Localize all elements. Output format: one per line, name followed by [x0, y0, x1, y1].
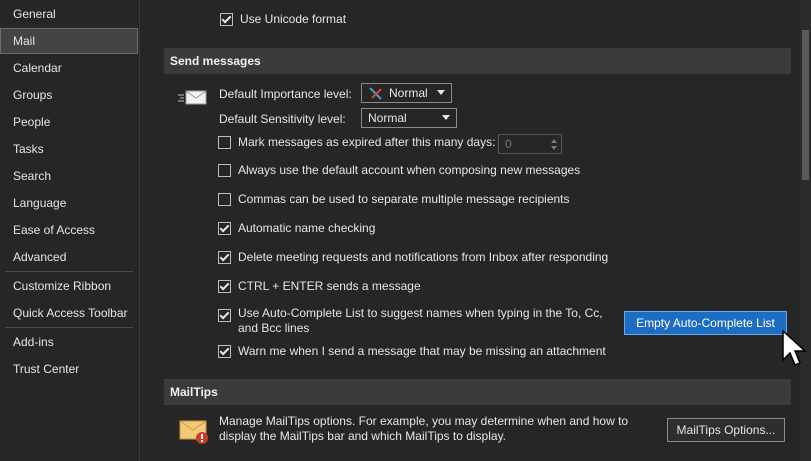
sidebar-item-quick-access-toolbar[interactable]: Quick Access Toolbar [0, 300, 138, 326]
sidebar-item-people[interactable]: People [0, 109, 138, 135]
sidebar-item-ease-of-access[interactable]: Ease of Access [0, 217, 138, 243]
sidebar-item-advanced[interactable]: Advanced [0, 244, 138, 270]
sidebar-item-groups[interactable]: Groups [0, 82, 138, 108]
auto-complete-label-line2: and Bcc lines [238, 321, 310, 335]
ctrl-enter-sends-label: CTRL + ENTER sends a message [238, 279, 421, 293]
sidebar-item-customize-ribbon[interactable]: Customize Ribbon [0, 273, 138, 299]
mailtips-description-line1: Manage MailTips options. For example, yo… [219, 414, 629, 428]
automatic-name-checking-label: Automatic name checking [238, 221, 376, 235]
delete-meeting-requests-option[interactable]: Delete meeting requests and notification… [218, 248, 608, 268]
chevron-down-icon[interactable] [551, 146, 557, 150]
vertical-scrollbar[interactable] [800, 0, 811, 461]
mailtips-description-line2: display the MailTips bar and which MailT… [219, 429, 507, 443]
sidebar-item-language[interactable]: Language [0, 190, 138, 216]
sidebar-item-mail[interactable]: Mail [0, 28, 138, 54]
default-account-checkbox[interactable] [218, 164, 231, 177]
commas-separate-option[interactable]: Commas can be used to separate multiple … [218, 190, 570, 210]
mailtips-header: MailTips [164, 379, 791, 405]
warn-missing-attachment-option[interactable]: Warn me when I send a message that may b… [218, 342, 606, 362]
commas-separate-checkbox[interactable] [218, 193, 231, 206]
sidebar-item-general[interactable]: General [0, 1, 138, 27]
default-account-option[interactable]: Always use the default account when comp… [218, 161, 580, 181]
ctrl-enter-sends-checkbox[interactable] [218, 280, 231, 293]
sensitivity-level-label: Default Sensitivity level: [219, 112, 346, 126]
importance-level-label: Default Importance level: [219, 87, 352, 101]
warn-missing-attachment-checkbox[interactable] [218, 345, 231, 358]
auto-complete-label: Use Auto-Complete List to suggest names … [238, 306, 603, 336]
mail-options-panel: Use Unicode format Send messages Default… [140, 0, 800, 461]
mailtips-envelope-icon [179, 420, 208, 444]
automatic-name-checking-checkbox[interactable] [218, 222, 231, 235]
sensitivity-level-dropdown[interactable]: Normal [361, 108, 457, 128]
chevron-down-icon [442, 115, 450, 120]
auto-complete-checkbox[interactable] [218, 309, 231, 322]
use-unicode-label: Use Unicode format [240, 12, 347, 26]
mailtips-description: Manage MailTips options. For example, yo… [219, 414, 628, 444]
importance-icon [369, 87, 382, 100]
automatic-name-checking-option[interactable]: Automatic name checking [218, 219, 375, 239]
expire-days-stepper[interactable]: 0 [498, 134, 562, 154]
sidebar-item-calendar[interactable]: Calendar [0, 55, 138, 81]
send-envelope-icon [178, 90, 207, 105]
empty-auto-complete-list-button[interactable]: Empty Auto-Complete List [624, 311, 787, 335]
expire-days-value: 0 [505, 137, 512, 151]
sensitivity-level-value: Normal [368, 111, 407, 125]
options-category-sidebar: General Mail Calendar Groups People Task… [0, 0, 140, 461]
sidebar-item-add-ins[interactable]: Add-ins [0, 329, 138, 355]
sidebar-item-tasks[interactable]: Tasks [0, 136, 138, 162]
sidebar-divider [5, 271, 133, 272]
commas-separate-label: Commas can be used to separate multiple … [238, 192, 570, 206]
warn-missing-attachment-label: Warn me when I send a message that may b… [238, 344, 606, 358]
chevron-down-icon [437, 90, 445, 95]
mark-expired-label: Mark messages as expired after this many… [238, 135, 496, 149]
importance-level-value: Normal [389, 86, 428, 100]
sidebar-item-trust-center[interactable]: Trust Center [0, 356, 138, 382]
use-unicode-checkbox[interactable] [220, 13, 233, 26]
auto-complete-option[interactable]: Use Auto-Complete List to suggest names … [218, 306, 603, 338]
delete-meeting-requests-label: Delete meeting requests and notification… [238, 250, 609, 264]
sidebar-item-search[interactable]: Search [0, 163, 138, 189]
sidebar-divider [5, 327, 133, 328]
mark-expired-option[interactable]: Mark messages as expired after this many… [218, 133, 495, 153]
auto-complete-label-line1: Use Auto-Complete List to suggest names … [238, 306, 603, 320]
use-unicode-option[interactable]: Use Unicode format [220, 10, 346, 30]
send-messages-header: Send messages [164, 48, 791, 74]
delete-meeting-requests-checkbox[interactable] [218, 251, 231, 264]
mouse-pointer-icon [782, 330, 807, 366]
ctrl-enter-sends-option[interactable]: CTRL + ENTER sends a message [218, 277, 421, 297]
default-account-label: Always use the default account when comp… [238, 163, 581, 177]
chevron-up-icon[interactable] [551, 139, 557, 143]
mark-expired-checkbox[interactable] [218, 136, 231, 149]
importance-level-dropdown[interactable]: Normal [361, 83, 452, 103]
mailtips-options-button[interactable]: MailTips Options... [667, 418, 785, 442]
scrollbar-thumb[interactable] [802, 30, 809, 180]
